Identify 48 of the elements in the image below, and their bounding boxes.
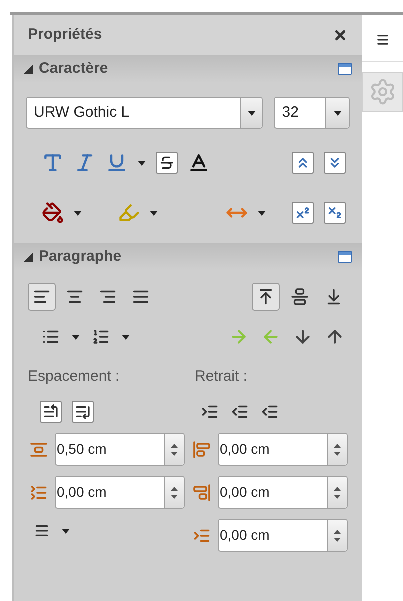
indent-label: Retrait : [195, 368, 248, 385]
panel-title: Propriétés [28, 24, 102, 45]
spinner-buttons[interactable] [327, 520, 347, 551]
menu-icon[interactable] [376, 33, 390, 47]
caret-icon[interactable] [62, 528, 70, 534]
font-name-combo[interactable]: URW Gothic L [26, 97, 264, 129]
dropdown-caret-icon[interactable] [334, 110, 342, 116]
line-spacing-icon[interactable] [34, 523, 50, 539]
field-value: 0,50 cm [56, 440, 108, 459]
spinner-buttons[interactable] [164, 477, 184, 508]
caret-icon[interactable] [258, 210, 266, 216]
superscript-icon[interactable] [292, 202, 314, 224]
field-value: 0,00 cm [56, 483, 108, 502]
caret-icon[interactable] [150, 210, 158, 216]
caret-icon[interactable] [138, 160, 146, 166]
spin-field[interactable]: 0,50 cm [55, 433, 185, 466]
dropdown-caret-icon[interactable] [248, 110, 256, 116]
field-value: 0,00 cm [219, 440, 271, 459]
caret-icon[interactable] [72, 334, 80, 340]
subscript-icon[interactable] [324, 202, 346, 224]
spin-field[interactable]: 0,00 cm [55, 476, 185, 509]
spin-field[interactable]: 0,00 cm [218, 433, 348, 466]
caret-icon[interactable] [122, 334, 130, 340]
gear-icon [368, 78, 396, 106]
spin-field[interactable]: 0,00 cm [218, 519, 348, 552]
expanded-triangle-icon[interactable] [24, 64, 33, 74]
spinner-buttons[interactable] [327, 477, 347, 508]
field-value: 0,00 cm [219, 483, 271, 502]
more-options-icon[interactable] [338, 63, 352, 75]
align-left-icon[interactable] [28, 283, 56, 311]
align-top-icon[interactable] [252, 283, 280, 311]
spinner-buttons[interactable] [327, 434, 347, 465]
more-options-icon[interactable] [338, 251, 352, 263]
underline-icon[interactable] [106, 152, 128, 174]
spinner-buttons[interactable] [164, 434, 184, 465]
font-size-combo[interactable]: 32 [274, 97, 350, 129]
expanded-triangle-icon[interactable] [24, 252, 33, 262]
field-value: 0,00 cm [219, 526, 271, 545]
strikethrough-icon[interactable] [156, 152, 178, 174]
font-size: 32 [281, 102, 300, 123]
section-title: Paragraphe [39, 246, 122, 267]
font-color-icon[interactable] [42, 202, 64, 224]
close-icon[interactable] [333, 28, 348, 42]
spin-field[interactable]: 0,00 cm [218, 476, 348, 509]
section-title: Caractère [39, 58, 108, 79]
spacing-label: Espacement : [28, 368, 120, 385]
caret-icon[interactable] [74, 210, 82, 216]
font-name: URW Gothic L [33, 102, 131, 123]
